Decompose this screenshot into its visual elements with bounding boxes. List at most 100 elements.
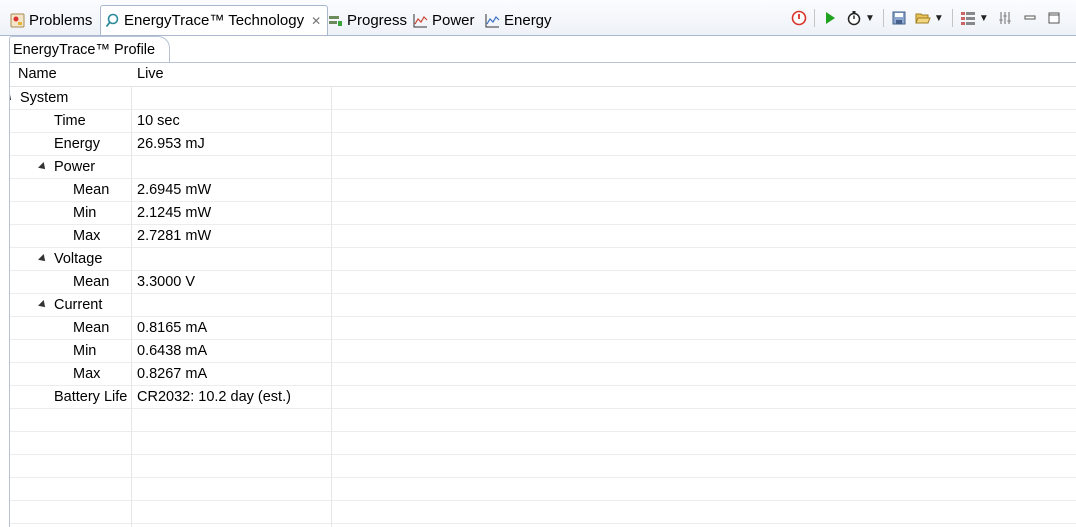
table-row[interactable]: Mean 0.8165 mA [10,317,1076,340]
row-live-value: 2.6945 mW [137,182,212,198]
chevron-down-icon[interactable]: ▼ [865,13,875,24]
subtab-label: EnergyTrace™ Profile [13,41,156,58]
maximize-icon[interactable] [1045,9,1063,27]
tree-node-name: Mean [73,317,109,339]
tree-node-name: Battery Life [54,386,127,408]
close-icon[interactable]: ✕ [311,14,321,28]
table-row[interactable]: Min 2.1245 mW [10,202,1076,225]
view-toolbar: ▼ ▼ ▼ [790,7,1069,29]
view-menu-icon[interactable] [959,9,977,27]
tree-node-name: System [10,87,69,109]
expand-toggle-icon[interactable] [38,162,48,172]
configure-icon[interactable] [997,9,1015,27]
stop-icon[interactable] [790,9,808,27]
row-name-label: Min [73,205,97,221]
profile-subtab-bar: EnergyTrace™ Profile [9,35,1076,62]
toolbar-separator [951,9,953,27]
row-live-value: 0.8165 mA [137,320,208,336]
run-icon[interactable] [821,9,839,27]
table-row[interactable]: Time 10 sec [10,110,1076,133]
table-row [10,478,1076,501]
table-row [10,409,1076,432]
problems-icon [10,13,25,28]
table-header: Name Live [10,63,1076,87]
row-name-label: Max [73,228,101,244]
row-live-value: 0.8267 mA [137,366,208,382]
tab-power[interactable]: Power [413,6,475,34]
row-name-label: Min [73,343,97,359]
row-name-label: Mean [73,274,110,290]
chevron-down-icon[interactable]: ▼ [934,13,944,24]
expand-toggle-icon[interactable] [38,300,48,310]
profile-tree-table: Name Live System Time 10 sec Energy 26.953 m… [9,62,1076,527]
tree-node-name: Mean [73,271,109,293]
table-row[interactable]: Energy 26.953 mJ [10,133,1076,156]
toolbar-separator [882,9,884,27]
row-live-value: 26.953 mJ [137,136,205,152]
row-name-label: Power [54,159,96,175]
table-row[interactable]: System [10,87,1076,110]
toolbar-separator [814,9,815,27]
tab-label: Power [432,11,475,29]
row-name-label: Max [73,366,101,382]
row-name-label: Energy [54,136,100,152]
open-folder-icon[interactable] [914,9,932,27]
row-live-value: CR2032: 10.2 day (est.) [137,389,291,405]
row-name-label: Voltage [54,251,103,267]
tab-progress[interactable]: Progress [328,6,407,34]
row-live-value: 10 sec [137,113,180,129]
expand-toggle-icon[interactable] [38,254,48,264]
row-live-value: 3.3000 V [137,274,196,290]
table-row[interactable]: Max 2.7281 mW [10,225,1076,248]
tab-label: Progress [347,11,408,29]
row-name-label: Mean [73,320,110,336]
chevron-down-icon[interactable]: ▼ [979,13,989,24]
table-row[interactable]: Current [10,294,1076,317]
tree-node-name: Time [54,110,86,132]
row-name-label: Battery Life [54,389,128,405]
tree-node-name: Max [73,363,100,385]
row-live-value: 0.6438 mA [137,343,208,359]
table-row [10,501,1076,524]
tree-node-name: Mean [73,179,109,201]
progress-icon [328,13,343,28]
row-live-value: 2.1245 mW [137,205,212,221]
save-icon[interactable] [890,9,908,27]
tree-node-name: Min [73,202,96,224]
tab-problems[interactable]: Problems [10,6,92,34]
table-row[interactable]: Battery Life CR2032: 10.2 day (est.) [10,386,1076,409]
table-row [10,432,1076,455]
minimize-icon[interactable] [1021,9,1039,27]
tree-node-name: Max [73,225,100,247]
table-row[interactable]: Power [10,156,1076,179]
column-header-live[interactable]: Live [137,63,164,86]
tree-node-name: Current [38,294,102,316]
table-row[interactable]: Mean 3.3000 V [10,271,1076,294]
tree-node-name: Energy [54,133,100,155]
tab-energy[interactable]: Energy [485,6,552,34]
view-tab-bar: Problems EnergyTrace™ Technology ✕ Progr… [0,0,1076,36]
table-row[interactable]: Voltage [10,248,1076,271]
column-header-name[interactable]: Name [18,63,57,86]
row-live-value: 2.7281 mW [137,228,212,244]
tab-label: EnergyTrace™ Technology [124,12,305,29]
row-name-label: Time [54,113,86,129]
tab-label: Energy [504,11,552,29]
tab-energytrace-profile[interactable]: EnergyTrace™ Profile [9,36,171,62]
table-row[interactable]: Max 0.8267 mA [10,363,1076,386]
table-body: System Time 10 sec Energy 26.953 mJ Power Mean… [10,87,1076,524]
table-row [10,455,1076,478]
tab-energytrace[interactable]: EnergyTrace™ Technology ✕ [100,5,329,35]
tab-label: Problems [29,11,93,29]
energytrace-icon [105,13,120,28]
energy-chart-icon [485,13,500,28]
table-row[interactable]: Min 0.6438 mA [10,340,1076,363]
tree-node-name: Power [38,156,96,178]
table-row[interactable]: Mean 2.6945 mW [10,179,1076,202]
tree-node-name: Voltage [38,248,103,270]
row-name-label: System [20,90,69,106]
row-name-label: Mean [73,182,110,198]
power-chart-icon [413,13,428,28]
timer-icon[interactable] [845,9,863,27]
expand-toggle-icon[interactable] [10,93,14,103]
